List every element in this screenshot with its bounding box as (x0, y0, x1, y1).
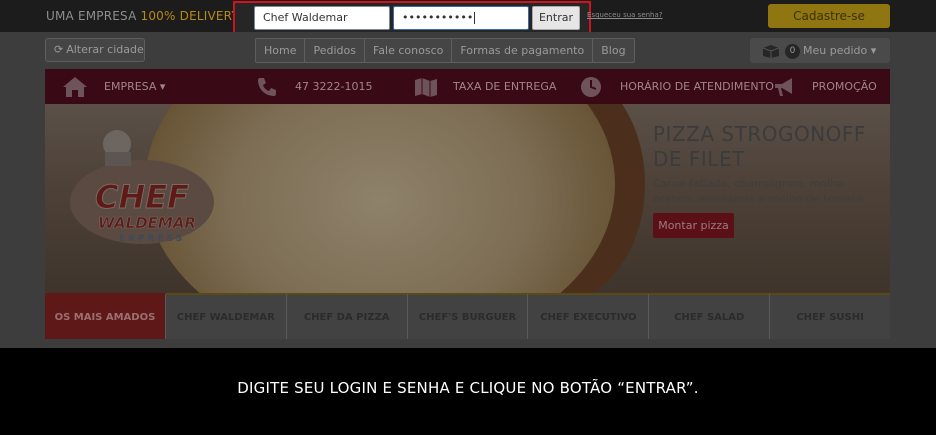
logo-text-chef: CHEF (95, 178, 189, 216)
password-input[interactable]: ••••••••••• (393, 6, 529, 30)
info-opening-hours[interactable]: HORÁRIO DE ATENDIMENTO (552, 69, 774, 104)
login-form-highlight: Chef Waldemar ••••••••••• Entrar (233, 1, 591, 36)
promo-title: PIZZA STROGONOFF DE FILET (653, 122, 866, 171)
main-menu: Home Pedidos Fale conosco Formas de paga… (255, 38, 635, 63)
brand-tagline: UMA EMPRESA 100% DELIVERY (46, 9, 239, 23)
phone-icon (258, 78, 276, 96)
chevron-down-icon: ▾ (867, 44, 877, 57)
box-icon (762, 44, 780, 58)
tab-chef-waldemar[interactable]: CHEF WALDEMAR (165, 293, 287, 339)
tab-os-mais-amados[interactable]: OS MAIS AMADOS (45, 293, 166, 339)
menu-item-blog[interactable]: Blog (593, 39, 633, 62)
tab-chefs-burguer[interactable]: CHEF'S BURGUER (407, 293, 529, 339)
info-delivery-fee-label: TAXA DE ENTREGA (453, 80, 557, 93)
info-promotion[interactable]: PROMOÇÃO (721, 69, 890, 104)
category-tabs: OS MAIS AMADOS CHEF WALDEMAR CHEF DA PIZ… (45, 293, 891, 339)
info-delivery-fee[interactable]: TAXA DE ENTREGA (383, 69, 556, 104)
home-icon (63, 77, 87, 97)
tab-chef-da-pizza[interactable]: CHEF DA PIZZA (286, 293, 408, 339)
map-icon (415, 78, 437, 97)
info-promotion-label: PROMOÇÃO (812, 80, 877, 93)
menu-item-pedidos[interactable]: Pedidos (305, 39, 365, 62)
tab-chef-salad[interactable]: CHEF SALAD (649, 293, 771, 339)
login-button[interactable]: Entrar (532, 6, 580, 30)
logo-text-express: EXPRESS (119, 234, 185, 244)
instruction-footer: DIGITE SEU LOGIN E SENHA E CLIQUE NO BOT… (0, 348, 936, 435)
text-caret (474, 12, 476, 24)
info-bar: EMPRESA ▾ 47 3222-1015 TAXA DE ENTREGA H… (45, 69, 890, 104)
clock-icon (581, 77, 601, 97)
forgot-password-link[interactable]: Esqueceu sua senha? (587, 11, 663, 19)
change-city-button[interactable]: ⟳ Alterar cidade (45, 38, 145, 62)
menu-item-home[interactable]: Home (256, 39, 306, 62)
logo-text-waldemar: WALDEMAR (98, 214, 196, 232)
instruction-caption: DIGITE SEU LOGIN E SENHA E CLIQUE NO BOT… (237, 379, 699, 397)
info-empresa-label: EMPRESA ▾ (104, 80, 166, 93)
info-empresa[interactable]: EMPRESA ▾ (45, 69, 214, 104)
cart-button[interactable]: 0 Meu pedido ▾ (750, 38, 890, 63)
dimmed-page: ⟳ Alterar cidade Home Pedidos Fale conosc… (0, 32, 936, 348)
top-bar: UMA EMPRESA 100% DELIVERY Chef Waldemar … (0, 0, 936, 36)
brand-tagline-highlight: 100% DELIVERY (140, 9, 239, 23)
cart-count-badge: 0 (785, 43, 800, 59)
refresh-icon: ⟳ (54, 43, 64, 56)
change-city-label: Alterar cidade (66, 43, 144, 56)
info-phone: 47 3222-1015 (214, 69, 383, 104)
promo-description: Carne fatiada, champignon, molho branco,… (653, 177, 864, 205)
tab-chef-executivo[interactable]: CHEF EXECUTIVO (528, 293, 650, 339)
username-input[interactable]: Chef Waldemar (254, 6, 390, 30)
menu-item-fale-conosco[interactable]: Fale conosco (365, 39, 453, 62)
brand-tagline-prefix: UMA EMPRESA (46, 9, 141, 23)
megaphone-icon (775, 78, 792, 96)
build-pizza-button[interactable]: Montar pizza (653, 213, 734, 238)
hero-banner: CHEF WALDEMAR EXPRESS PIZZA STROGONOFF D… (45, 104, 890, 293)
sub-navigation: ⟳ Alterar cidade Home Pedidos Fale conosc… (0, 32, 936, 68)
signup-button[interactable]: Cadastre-se (768, 4, 890, 28)
menu-item-formas-de-pagamento[interactable]: Formas de pagamento (452, 39, 594, 62)
info-phone-label: 47 3222-1015 (295, 80, 373, 93)
password-value: ••••••••••• (402, 11, 474, 24)
tab-chef-sushi[interactable]: CHEF SUSHI (770, 293, 891, 339)
cart-label: Meu pedido (803, 44, 868, 57)
chef-waldemar-logo: CHEF WALDEMAR EXPRESS (70, 130, 214, 244)
